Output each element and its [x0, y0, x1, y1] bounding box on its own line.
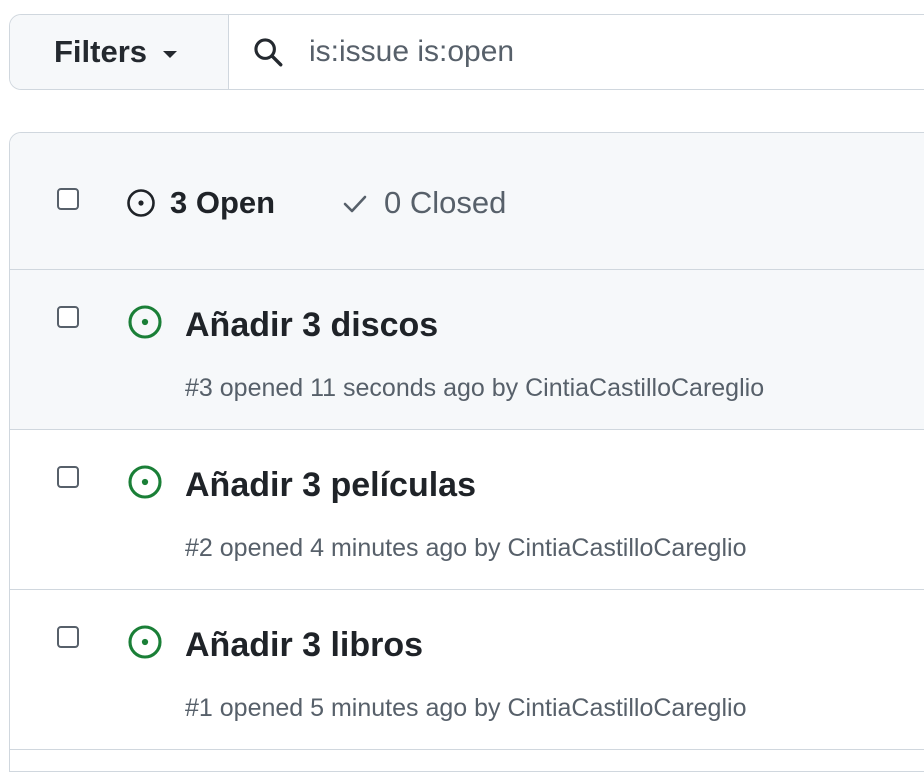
issues-filter-bar: Filters	[9, 14, 924, 90]
issue-checkbox[interactable]	[57, 466, 79, 488]
search-icon	[254, 38, 283, 67]
filters-label: Filters	[54, 34, 148, 69]
issue-opened-icon	[128, 465, 162, 499]
closed-issues-filter[interactable]: 0 Closed	[340, 185, 506, 221]
issue-checkbox[interactable]	[57, 626, 79, 648]
issue-title-link[interactable]: Añadir 3 libros	[185, 626, 423, 665]
issue-author-link[interactable]: CintiaCastilloCareglio	[507, 534, 746, 562]
closed-count-label: 0 Closed	[384, 185, 507, 220]
issues-list-header: 3 Open 0 Closed	[10, 133, 924, 270]
issue-row: Añadir 3 películas #2 opened 4 minutes a…	[10, 430, 924, 590]
issue-number: #1	[185, 694, 213, 722]
issue-checkbox[interactable]	[57, 306, 79, 328]
select-all-checkbox[interactable]	[57, 188, 79, 210]
issues-list: 3 Open 0 Closed Añadir 3 discos #3 opene…	[9, 132, 924, 772]
issue-author-link[interactable]: CintiaCastilloCareglio	[507, 694, 746, 722]
issue-opened-text: opened 5 minutes ago by	[219, 694, 501, 722]
issue-row: Añadir 3 discos #3 opened 11 seconds ago…	[10, 270, 924, 430]
search-input[interactable]	[307, 34, 811, 70]
search-box[interactable]	[229, 15, 924, 89]
issue-number: #3	[185, 374, 213, 402]
check-icon	[343, 195, 367, 213]
open-issues-filter[interactable]: 3 Open	[126, 185, 275, 221]
issue-opened-text: opened 11 seconds ago by	[219, 374, 519, 402]
issue-number: #2	[185, 534, 213, 562]
issue-title-link[interactable]: Añadir 3 discos	[185, 306, 438, 345]
issue-open-icon	[127, 189, 155, 217]
issue-title-link[interactable]: Añadir 3 películas	[185, 466, 476, 505]
filters-dropdown-button[interactable]: Filters	[10, 15, 229, 89]
issue-author-link[interactable]: CintiaCastilloCareglio	[525, 374, 764, 402]
caret-down-icon	[163, 50, 178, 58]
issue-meta: #1 opened 5 minutes ago by CintiaCastill…	[185, 694, 746, 723]
open-count-label: 3 Open	[170, 185, 276, 220]
issue-row: Añadir 3 libros #1 opened 5 minutes ago …	[10, 590, 924, 750]
issue-meta: #3 opened 11 seconds ago by CintiaCastil…	[185, 374, 764, 403]
issue-opened-icon	[128, 305, 162, 339]
issue-opened-text: opened 4 minutes ago by	[219, 534, 501, 562]
issue-opened-icon	[128, 625, 162, 659]
issue-meta: #2 opened 4 minutes ago by CintiaCastill…	[185, 534, 746, 563]
